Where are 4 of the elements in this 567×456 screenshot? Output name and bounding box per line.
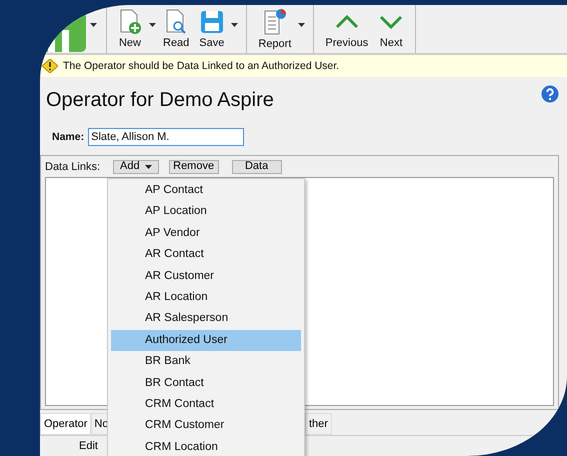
form-title: Operator for Demo Aspire bbox=[46, 88, 274, 113]
name-label: Name: bbox=[52, 130, 84, 143]
warning-message: The Operator should be Data Linked to an Authorized User. bbox=[63, 60, 340, 72]
data-links-label: Data Links: bbox=[45, 160, 100, 173]
